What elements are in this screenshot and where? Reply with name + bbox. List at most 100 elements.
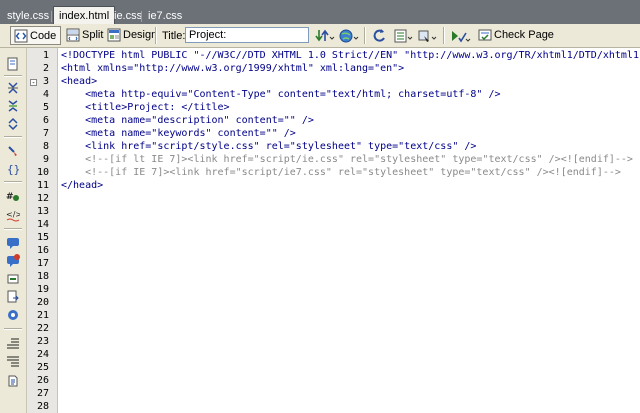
file-management-button[interactable] (314, 27, 336, 45)
svg-text:{}: {} (7, 163, 20, 176)
split-view-icon (66, 28, 80, 41)
rail-separator (4, 181, 22, 183)
code-view-icon (14, 29, 28, 42)
line-number: 17 (36, 258, 49, 269)
line-number: 8 (42, 141, 49, 152)
code-line: <!DOCTYPE html PUBLIC "-//W3C//DTD XHTML… (61, 50, 640, 61)
globe-icon (339, 29, 359, 43)
code-line: <meta name="keywords" content="" /> (61, 128, 296, 139)
line-number: 11 (36, 180, 49, 191)
code-line: <meta http-equiv="Content-Type" content=… (61, 89, 501, 100)
line-number: 9 (42, 154, 49, 165)
line-number: 16 (36, 245, 49, 256)
validate-markup-button[interactable] (449, 27, 471, 45)
line-number: 13 (36, 206, 49, 217)
view-options-icon (394, 29, 413, 43)
highlight-invalid-code-icon[interactable]: </> (6, 208, 20, 222)
remove-comment-icon[interactable] (6, 254, 20, 268)
format-source-code-icon[interactable] (6, 374, 20, 388)
line-number: 12 (36, 193, 49, 204)
code-editor[interactable]: <!DOCTYPE html PUBLIC "-//W3C//DTD XHTML… (58, 48, 640, 413)
line-number: 10 (36, 167, 49, 178)
toolbar-divider (364, 27, 366, 44)
check-page-button[interactable]: Check Page (475, 26, 558, 45)
coding-toolbar: {} # </> (0, 48, 27, 413)
code-line: <title>Project: </title> (61, 102, 230, 113)
refresh-icon (373, 29, 385, 42)
line-number: 18 (36, 271, 49, 282)
code-line-comment: <!--[if IE 7]><link href="script/ie7.css… (61, 167, 621, 178)
select-parent-tag-icon[interactable] (6, 144, 20, 158)
wrap-tag-icon[interactable] (6, 272, 20, 286)
code-editor-window: style.css index.html ie.css ie7.css Code… (0, 0, 640, 413)
recent-snippets-icon[interactable] (6, 290, 20, 304)
split-view-button[interactable]: Split (63, 26, 107, 45)
line-number: 5 (42, 102, 49, 113)
collapse-selection-icon[interactable] (6, 99, 20, 113)
line-number-gutter: 1 2 3 4 5 6 7 8 9 10 11 12 13 14 15 16 1… (27, 48, 58, 413)
apply-comment-icon[interactable] (6, 236, 20, 250)
line-number: 24 (36, 349, 49, 360)
open-documents-icon[interactable] (6, 57, 20, 71)
code-view-label: Code (30, 30, 57, 42)
rail-separator (4, 328, 22, 330)
rail-separator (4, 136, 22, 138)
design-view-icon (107, 28, 121, 41)
expand-all-icon[interactable] (6, 117, 20, 131)
indent-icon[interactable] (6, 336, 20, 350)
line-number: 1 (42, 50, 49, 61)
title-label: Title: (162, 30, 186, 42)
visual-aids-icon (418, 30, 437, 42)
line-number: 22 (36, 323, 49, 334)
code-line-comment: <!--[if lt IE 7]><link href="script/ie.c… (61, 154, 633, 165)
move-css-icon[interactable] (6, 308, 20, 322)
line-number: 7 (42, 128, 49, 139)
line-number: 4 (42, 89, 49, 100)
tab-ie7-css[interactable]: ie7.css (143, 8, 187, 24)
svg-text:</>: </> (6, 210, 20, 219)
file-management-icon (315, 29, 335, 42)
toolbar-divider (155, 27, 157, 44)
document-toolbar: Code Split Design Title: Project: Check … (0, 24, 640, 48)
code-line: <link href="script/style.css" rel="style… (61, 141, 477, 152)
visual-aids-button[interactable] (416, 27, 438, 45)
line-number: 27 (36, 388, 49, 399)
rail-separator (4, 228, 22, 230)
preview-browser-button[interactable] (338, 27, 360, 45)
line-number: 14 (36, 219, 49, 230)
refresh-button[interactable] (369, 27, 391, 45)
tab-separator (141, 11, 142, 22)
line-number: 21 (36, 310, 49, 321)
check-page-label: Check Page (494, 29, 554, 41)
view-options-button[interactable] (392, 27, 414, 45)
line-number: 19 (36, 284, 49, 295)
code-line: <head> (61, 76, 98, 87)
tab-index-html[interactable]: index.html (53, 6, 116, 24)
line-number: 3 (42, 76, 49, 87)
page-title-input[interactable] (185, 27, 309, 43)
code-line: <meta name="description" content="" /> (61, 115, 314, 126)
toolbar-divider (443, 27, 445, 44)
code-line: </head> (61, 180, 104, 191)
line-number: 6 (42, 115, 49, 126)
line-number: 28 (36, 401, 49, 412)
rail-separator (4, 75, 22, 77)
line-number: 26 (36, 375, 49, 386)
line-number: 23 (36, 336, 49, 347)
tab-separator (51, 11, 52, 22)
code-line: <html xmlns="http://www.w3.org/1999/xhtm… (61, 63, 405, 74)
line-number: 25 (36, 362, 49, 373)
balance-braces-icon[interactable]: {} (6, 162, 20, 176)
code-view-button[interactable]: Code (10, 26, 62, 45)
line-numbers-icon[interactable]: # (6, 189, 20, 203)
collapse-full-tag-icon[interactable] (6, 81, 20, 95)
document-tab-bar: style.css index.html ie.css ie7.css (0, 0, 640, 24)
tab-style-css[interactable]: style.css (2, 8, 54, 24)
svg-text:#: # (6, 192, 14, 202)
design-view-button[interactable]: Design (104, 26, 161, 45)
line-number: 2 (42, 63, 49, 74)
line-number: 20 (36, 297, 49, 308)
outdent-icon[interactable] (6, 354, 20, 368)
validate-markup-icon (452, 31, 471, 43)
fold-toggle-head[interactable]: - (30, 79, 37, 87)
